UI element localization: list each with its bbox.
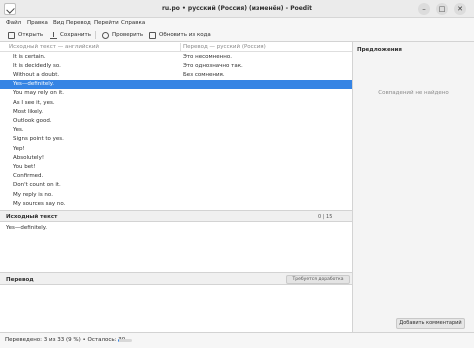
no-matches-text: Совпадений не найдено [378, 90, 449, 96]
list-row[interactable]: Yes—definitely. [0, 79, 352, 89]
list-row[interactable]: Yes. [0, 126, 352, 135]
row-source-text: Most likely. [13, 108, 44, 115]
list-row[interactable]: Signs point to yes. [0, 135, 352, 144]
list-row[interactable]: It is certain. Это несомненно. [0, 52, 352, 61]
list-row[interactable]: Without a doubt. Без сомнения. [0, 70, 352, 79]
row-source-text: It is certain. [13, 53, 46, 60]
menu-help[interactable]: Справка [121, 20, 145, 26]
folder-icon [8, 31, 15, 39]
save-icon [50, 31, 57, 39]
row-source-text: Without a doubt. [13, 71, 60, 78]
open-button[interactable]: Открыть [8, 30, 43, 40]
maximize-button[interactable]: □ [436, 3, 448, 15]
list-row[interactable]: You may rely on it. [0, 89, 352, 98]
save-button[interactable]: Сохранить [50, 30, 91, 40]
row-source-text: My sources say no. [13, 200, 66, 207]
title-bar: ru.po • русский (Россия) (изменён) - Poe… [0, 0, 474, 18]
toolbar-separator [95, 31, 96, 39]
translation-title: Перевод [6, 276, 34, 283]
row-source-text: You bet! [13, 163, 36, 170]
update-from-code-button[interactable]: Обновить из кода [149, 30, 211, 40]
list-row[interactable]: Yep! [0, 144, 352, 153]
row-source-text: Absolutely! [13, 154, 45, 161]
menu-view[interactable]: Вид [53, 20, 64, 26]
validate-button[interactable]: Проверить [102, 30, 143, 40]
row-translation-text: Это несомненно. [183, 53, 232, 60]
list-row[interactable]: My sources say no. [0, 199, 352, 208]
menu-edit[interactable]: Правка [27, 20, 48, 26]
status-text: Переведено: 3 из 33 (9 %) • Осталось: 30 [5, 337, 126, 343]
translation-input[interactable] [0, 285, 352, 330]
list-row[interactable]: Confirmed. [0, 172, 352, 181]
row-source-text: Yes—definitely. [13, 81, 55, 88]
validate-icon [102, 31, 109, 39]
row-source-text: Signs point to yes. [13, 136, 64, 143]
source-text-header: Исходный текст 0 | 15 [0, 210, 352, 222]
menu-translation[interactable]: Перевод [66, 20, 91, 26]
document-icon [149, 31, 156, 39]
list-row[interactable]: My reply is no. [0, 190, 352, 199]
add-comment-button[interactable]: Добавить комментарий [396, 318, 465, 329]
list-row[interactable]: You bet! [0, 162, 352, 171]
progress-fill [118, 339, 120, 342]
open-label: Открыть [18, 32, 44, 38]
suggestions-title: Предложения [357, 47, 402, 53]
row-source-text: Yes. [13, 127, 24, 134]
row-translation-text: Без сомнения. [183, 71, 225, 78]
window-title: ru.po • русский (Россия) (изменён) - Poe… [161, 5, 313, 12]
source-text-title: Исходный текст [6, 214, 58, 220]
menu-bar: Файл Правка Вид Перевод Перейти Справка [0, 18, 474, 28]
translation-header: Перевод Требуется доработка [0, 272, 352, 285]
close-button[interactable]: ✕ [454, 3, 466, 15]
char-count: 0 | 15 [318, 214, 333, 220]
row-source-text: Don't count on it. [13, 182, 61, 189]
row-source-text: My reply is no. [13, 191, 53, 198]
row-source-text: It is decidedly so. [13, 62, 61, 69]
source-column-header[interactable]: Исходный текст — английский [9, 44, 99, 50]
needs-work-toggle[interactable]: Требуется доработка [286, 274, 350, 284]
list-row[interactable]: Absolutely! [0, 153, 352, 162]
status-bar: Переведено: 3 из 33 (9 %) • Осталось: 30 [0, 332, 474, 348]
row-source-text: Outlook good. [13, 117, 52, 124]
strings-list[interactable]: Исходный текст — английский Перевод — ру… [0, 42, 352, 210]
update-label: Обновить из кода [159, 32, 211, 38]
list-row[interactable]: Outlook good. [0, 116, 352, 125]
list-row[interactable]: Don't count on it. [0, 181, 352, 190]
translation-progress-bar [118, 339, 132, 342]
menu-file[interactable]: Файл [6, 20, 21, 26]
row-source-text: You may rely on it. [13, 90, 65, 97]
list-row[interactable]: Most likely. [0, 107, 352, 116]
column-divider[interactable] [180, 43, 181, 51]
row-source-text: Yep! [13, 145, 25, 152]
list-header: Исходный текст — английский Перевод — ру… [0, 42, 352, 52]
save-label: Сохранить [60, 32, 91, 38]
toolbar: Открыть Сохранить Проверить Обновить из … [0, 28, 474, 42]
row-source-text: As I see it, yes. [13, 99, 55, 106]
list-row[interactable]: It is decidedly so. Это однозначно так. [0, 61, 352, 70]
suggestions-sidebar: Предложения Совпадений не найдено Добави… [353, 42, 474, 332]
translation-column-header[interactable]: Перевод — русский (Россия) [183, 44, 266, 50]
source-text: Yes—definitely. [6, 225, 48, 231]
source-text-area: Yes—definitely. [0, 222, 352, 272]
validate-label: Проверить [112, 32, 144, 38]
row-translation-text: Это однозначно так. [183, 62, 243, 69]
list-row[interactable]: As I see it, yes. [0, 98, 352, 107]
minimize-button[interactable]: – [418, 3, 430, 15]
menu-go[interactable]: Перейти [94, 20, 119, 26]
row-source-text: Confirmed. [13, 173, 44, 180]
